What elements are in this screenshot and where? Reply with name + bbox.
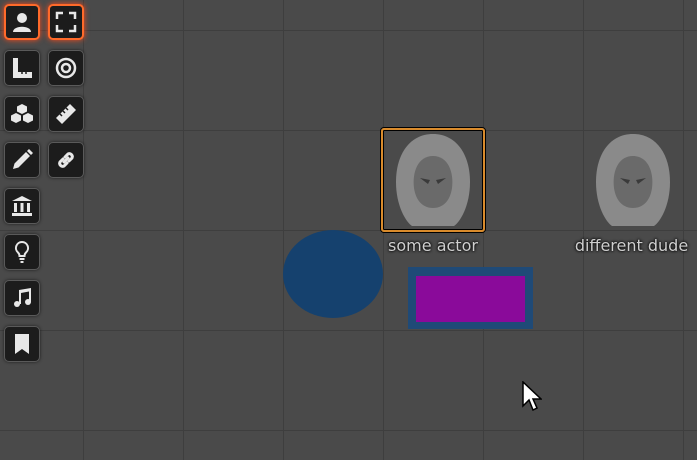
- hooded-figure-icon: [396, 134, 470, 226]
- sounds-button[interactable]: [4, 280, 40, 316]
- measure-button[interactable]: [4, 50, 40, 86]
- lighting-button[interactable]: [4, 234, 40, 270]
- hooded-figure-icon: [596, 134, 670, 226]
- actor-token-different-dude[interactable]: [588, 132, 678, 228]
- link-icon: [58, 152, 74, 168]
- tiles-button[interactable]: [4, 96, 40, 132]
- drawing-button[interactable]: [4, 142, 40, 178]
- target-button[interactable]: [48, 50, 84, 86]
- user-icon: [13, 13, 31, 32]
- link-button[interactable]: [48, 142, 84, 178]
- cubes-icon: [11, 104, 33, 123]
- walls-button[interactable]: [4, 188, 40, 224]
- mouse-cursor-icon: [522, 381, 542, 412]
- token-label: different dude: [574, 236, 689, 255]
- ruler-icon: [56, 104, 76, 124]
- notes-button[interactable]: [4, 326, 40, 362]
- fullscreen-button[interactable]: [48, 4, 84, 40]
- rectangle-drawing-fill: [416, 276, 525, 322]
- bookmark-icon: [15, 334, 29, 354]
- target-icon: [55, 57, 77, 79]
- pencil-icon: [13, 149, 33, 169]
- bank-icon: [12, 196, 32, 216]
- lightbulb-icon: [14, 240, 30, 263]
- ruler-button[interactable]: [48, 96, 84, 132]
- token-controls-button[interactable]: [4, 4, 40, 40]
- token-label: some actor: [388, 236, 478, 255]
- actor-token-some-actor[interactable]: [388, 132, 478, 228]
- music-icon: [14, 288, 31, 307]
- ellipse-drawing[interactable]: [283, 230, 383, 318]
- fullscreen-icon: [55, 11, 77, 33]
- ruler-square-icon: [13, 58, 32, 78]
